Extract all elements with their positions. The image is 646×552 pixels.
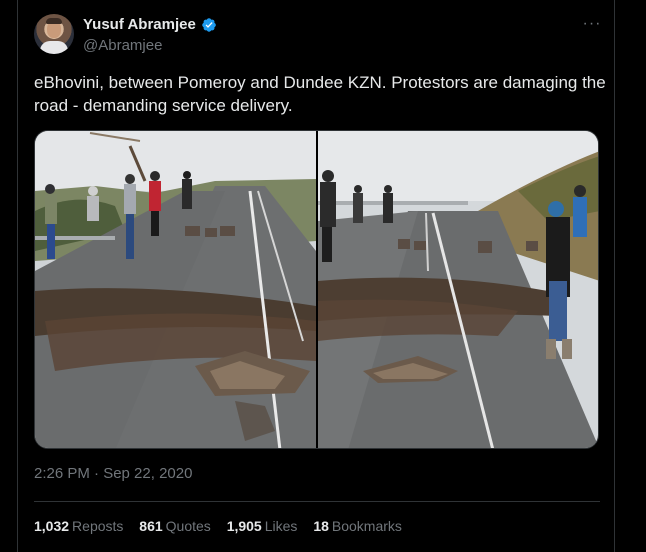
engagement-stats: 1,032 Reposts 861 Quotes 1,905 Likes 18 Book… — [34, 518, 414, 534]
user-handle[interactable]: @Abramjee — [83, 37, 162, 54]
protest-photo-right[interactable] — [318, 131, 599, 449]
left-column-border — [0, 0, 18, 552]
tweet-timestamp[interactable]: 2:26 PM · Sep 22, 2020 — [34, 465, 192, 482]
bookmarks-stat[interactable]: 18 Bookmarks — [313, 518, 402, 534]
likes-count: 1,905 — [226, 518, 262, 534]
likes-stat[interactable]: 1,905 Likes — [227, 518, 298, 534]
tweet-view: Yusuf Abramjee @Abramjee ··· eBhovini, b… — [0, 0, 646, 552]
reposts-count: 1,032 — [34, 518, 70, 534]
more-options-icon[interactable]: ··· — [582, 16, 602, 36]
protest-photo-left[interactable] — [35, 131, 316, 449]
bookmarks-label: Bookmarks — [331, 518, 402, 534]
reposts-stat[interactable]: 1,032 Reposts — [34, 518, 123, 534]
quotes-label: Quotes — [165, 518, 211, 534]
avatar[interactable] — [34, 14, 74, 54]
display-name[interactable]: Yusuf Abramjee — [83, 16, 196, 33]
tweet-media[interactable] — [34, 130, 599, 449]
verified-badge-icon — [202, 18, 216, 32]
tweet-header: Yusuf Abramjee @Abramjee ··· — [34, 14, 606, 58]
right-column-border — [614, 0, 646, 552]
stats-divider — [34, 501, 600, 502]
reposts-label: Reposts — [72, 518, 124, 534]
tweet-text: eBhovini, between Pomeroy and Dundee KZN… — [34, 73, 606, 115]
bookmarks-count: 18 — [313, 518, 329, 534]
likes-label: Likes — [264, 518, 298, 534]
quotes-count: 861 — [139, 518, 163, 534]
quotes-stat[interactable]: 861 Quotes — [139, 518, 211, 534]
